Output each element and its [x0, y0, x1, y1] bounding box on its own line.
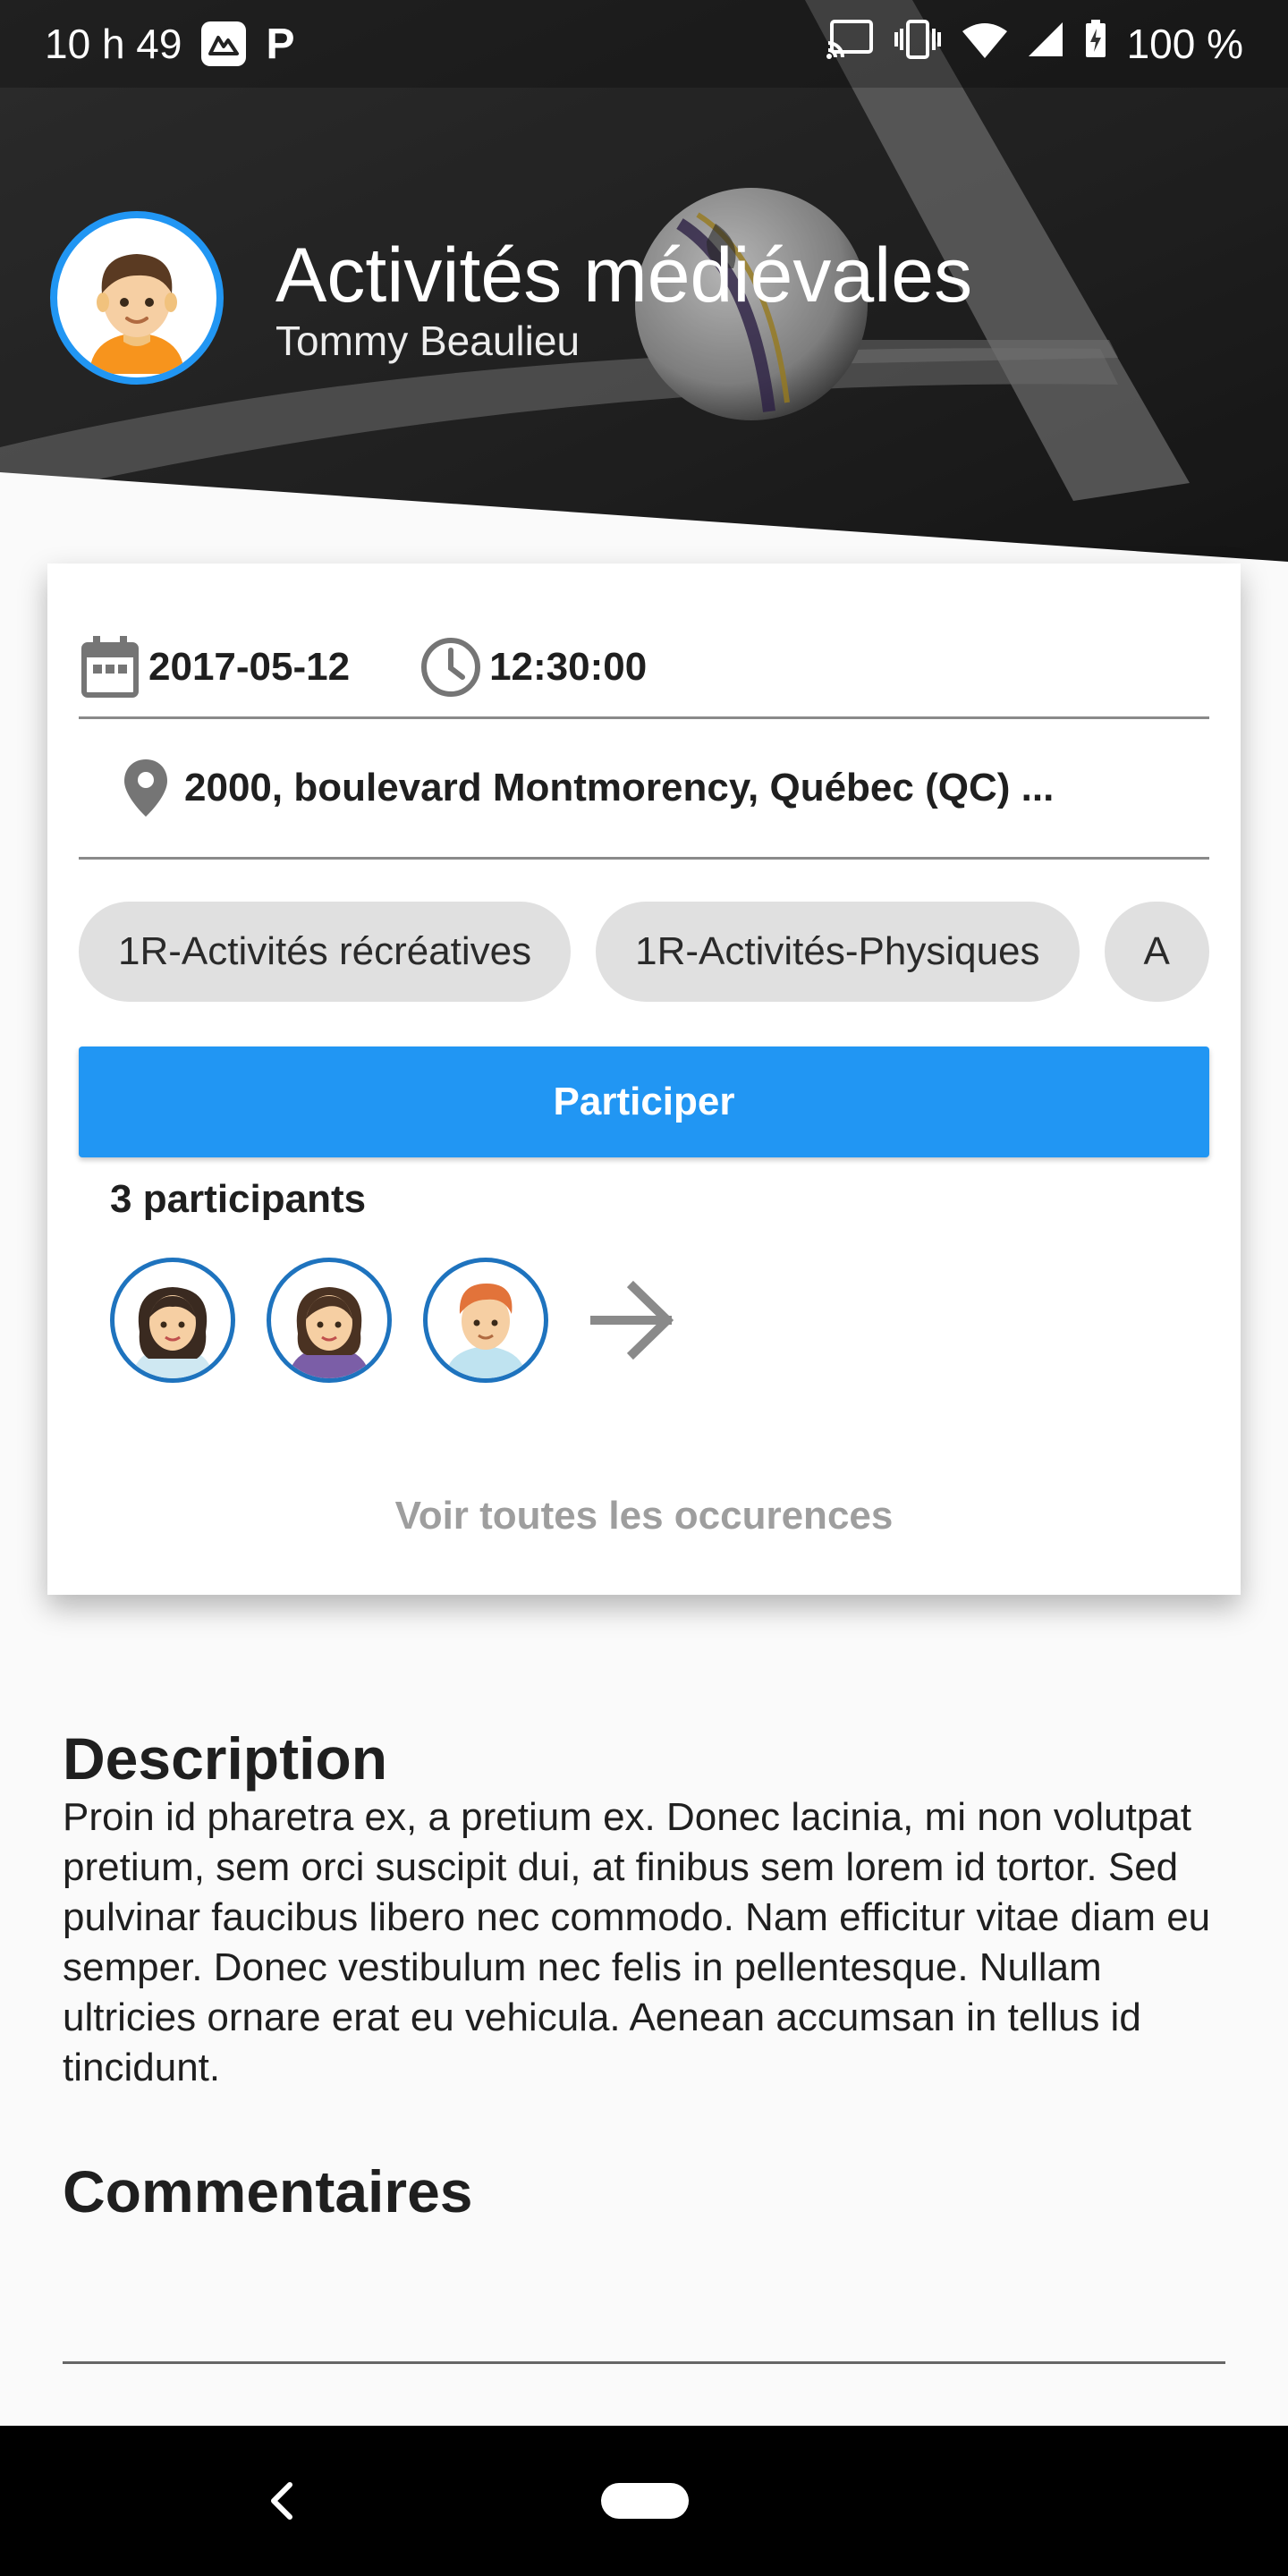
comments-heading: Commentaires	[63, 2158, 473, 2224]
parking-notification-icon: P	[266, 20, 295, 68]
participant-avatar[interactable]	[110, 1258, 235, 1383]
cast-icon	[826, 19, 873, 69]
event-time-value: 12:30:00	[489, 644, 648, 689]
tag-list: 1R-Activités récréatives 1R-Activités-Phy…	[79, 902, 1241, 1002]
address-row[interactable]: 2000, boulevard Montmorency, Québec (QC)…	[79, 719, 1209, 860]
battery-icon	[1084, 19, 1107, 69]
event-address: 2000, boulevard Montmorency, Québec (QC)…	[79, 757, 1054, 819]
event-date-value: 2017-05-12	[148, 644, 351, 689]
tag-chip[interactable]: 1R-Activités récréatives	[79, 902, 572, 1002]
participant-avatar[interactable]	[267, 1258, 392, 1383]
description-heading: Description	[63, 1725, 388, 1792]
tag-chip[interactable]: 1R-Activités-Physiques	[596, 902, 1080, 1002]
event-address-value: 2000, boulevard Montmorency, Québec (QC)…	[184, 766, 1055, 809]
wifi-icon	[962, 20, 1007, 68]
event-details-card: 2017-05-12 12:30:00 2000, boulevard Mont…	[47, 564, 1241, 1595]
date-time-row: 2017-05-12 12:30:00	[79, 617, 1209, 719]
app-notification-icon	[201, 21, 247, 66]
organizer-avatar[interactable]	[50, 211, 224, 385]
calendar-icon	[79, 635, 141, 699]
battery-level: 100 %	[1126, 21, 1243, 67]
participate-button[interactable]: Participer	[79, 1046, 1209, 1157]
signal-icon	[1027, 20, 1064, 68]
participant-count: 3 participants	[110, 1177, 367, 1221]
status-bar: 10 h 49 P 100 %	[0, 0, 1288, 88]
event-date: 2017-05-12	[79, 635, 351, 699]
organizer-name: Tommy Beaulieu	[275, 318, 580, 364]
see-all-occurrences-link[interactable]: Voir toutes les occurences	[47, 1494, 1241, 1538]
participant-avatar[interactable]	[423, 1258, 548, 1383]
tag-chip[interactable]: A	[1104, 902, 1209, 1002]
home-button[interactable]	[601, 2483, 689, 2519]
system-navigation-bar	[0, 2426, 1288, 2576]
location-pin-icon	[114, 757, 177, 819]
participant-avatars	[110, 1258, 687, 1383]
event-time: 12:30:00	[419, 636, 647, 699]
description-text: Proin id pharetra ex, a pretium ex. Done…	[63, 1795, 1211, 2089]
status-time: 10 h 49	[45, 21, 182, 67]
hero-banner: 10 h 49 P 100 % Activités médiévales Tom…	[0, 0, 1288, 572]
comment-input-underline[interactable]	[63, 2361, 1225, 2364]
event-title: Activités médiévales	[275, 233, 973, 318]
event-header: Activités médiévales Tommy Beaulieu	[50, 211, 972, 385]
back-icon[interactable]	[255, 2472, 309, 2529]
clock-icon	[419, 636, 482, 699]
arrow-right-icon[interactable]	[580, 1267, 687, 1374]
vibrate-icon	[893, 19, 943, 69]
